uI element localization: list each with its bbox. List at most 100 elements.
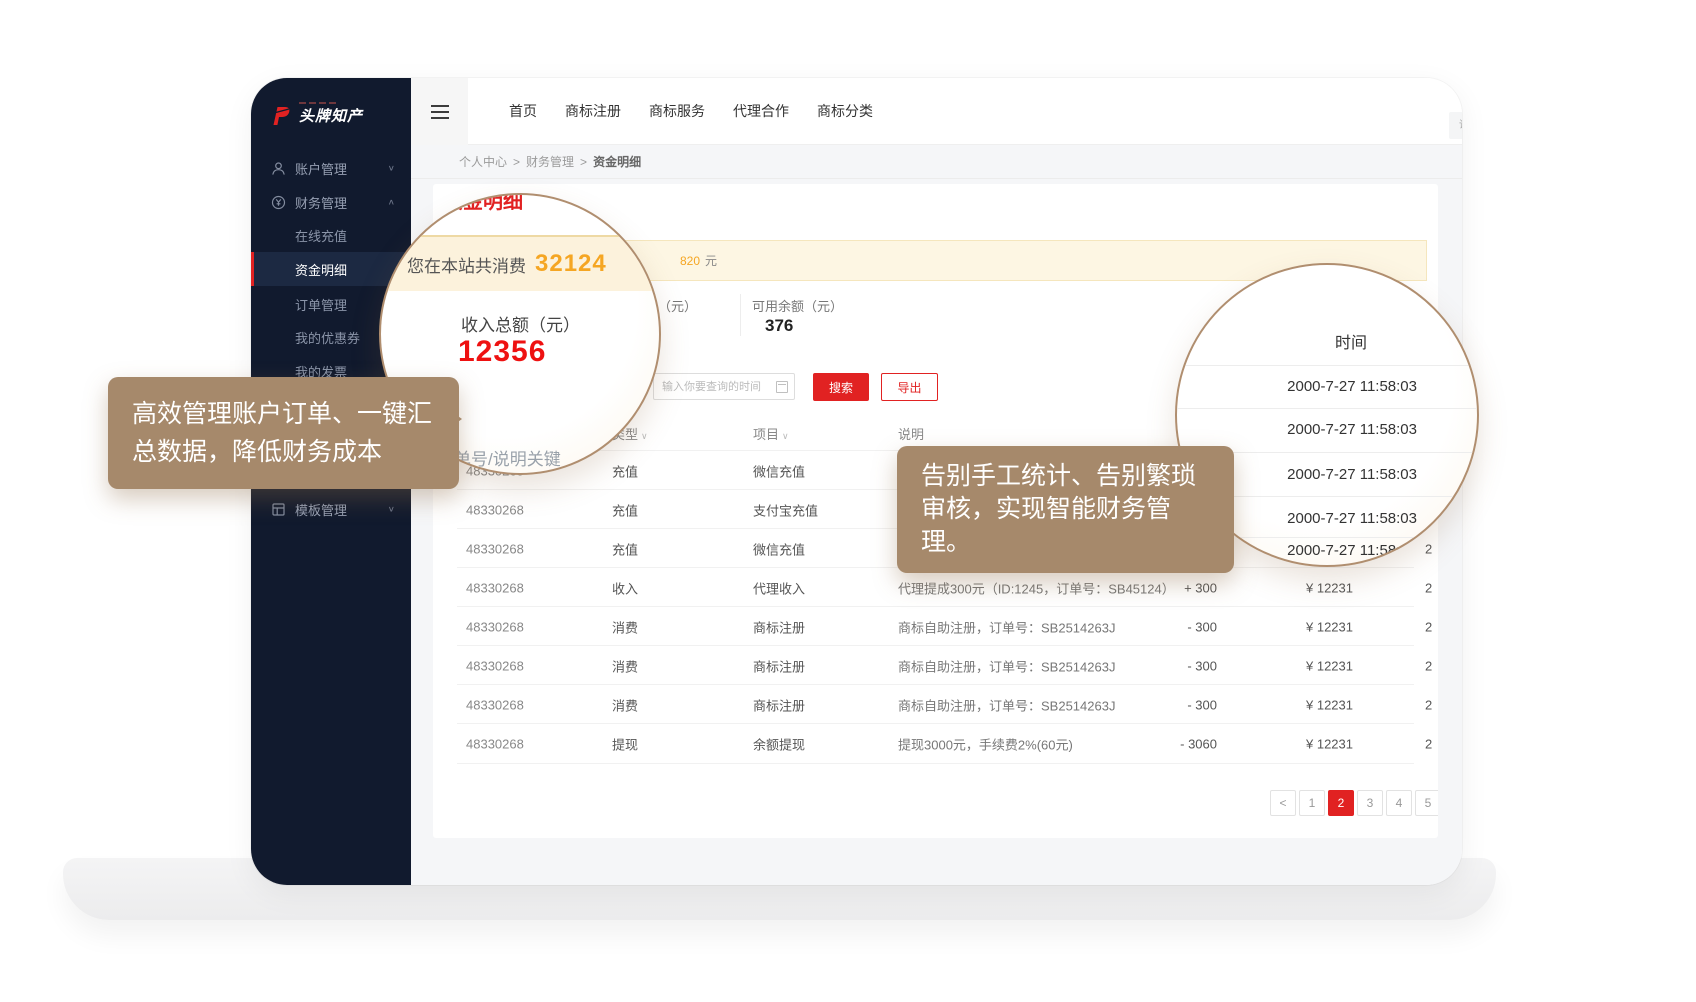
magnified-time-row: 2000-7-27 11:58:03 <box>1215 466 1417 483</box>
cell-type: 消费 <box>612 617 638 636</box>
cell-order-no: 48330268 <box>466 658 524 673</box>
magnified-time-row: 2000-7-27 11:58:03 <box>1215 421 1417 438</box>
pagination-page-button[interactable]: 3 <box>1357 790 1383 816</box>
expense-unit-label: （元） <box>658 296 697 315</box>
calendar-icon[interactable] <box>776 381 788 393</box>
cell-time: 2 <box>1425 619 1438 634</box>
column-header-project[interactable]: 项目∨ <box>753 424 789 443</box>
callout-left: 高效管理账户订单、一键汇总数据，降低财务成本 <box>108 377 459 489</box>
pagination-prev-button[interactable]: < <box>1270 790 1296 816</box>
date-query-input[interactable] <box>653 373 795 400</box>
cell-type: 充值 <box>612 539 638 558</box>
sidebar-item-finance[interactable]: 财务管理 ∧ <box>251 185 411 219</box>
chevron-up-icon: ∧ <box>388 198 395 207</box>
sort-caret-icon: ∨ <box>641 431 648 441</box>
cell-balance: ¥ 12231 <box>1253 658 1353 673</box>
sidebar-item-label: 资金明细 <box>295 260 347 279</box>
user-icon <box>271 161 286 176</box>
magnified-time-row-partial: 2000-7-27 11:58:03 <box>1215 542 1417 559</box>
cell-balance: ¥ 12231 <box>1253 736 1353 751</box>
search-button[interactable]: 搜索 <box>813 373 869 401</box>
cell-description: 商标自助注册，订单号：SB2514263J <box>898 617 1115 636</box>
cell-time: 2 <box>1425 736 1438 751</box>
sidebar-item-label: 我的优惠券 <box>295 328 360 347</box>
pagination-page-button[interactable]: 4 <box>1386 790 1412 816</box>
breadcrumb-item[interactable]: 个人中心 <box>459 153 507 170</box>
cell-type: 收入 <box>612 578 638 597</box>
pagination-page-button[interactable]: 5 <box>1415 790 1438 816</box>
sidebar-item-label: 账户管理 <box>295 159 347 178</box>
magnified-card-title: 资金明细 <box>443 193 523 214</box>
cell-order-no: 48330268 <box>466 619 524 634</box>
available-balance-label: 可用余额（元） <box>752 296 843 315</box>
cell-project: 支付宝充值 <box>753 500 818 519</box>
pagination-page-button-active[interactable]: 2 <box>1328 790 1354 816</box>
logo: 头牌知产 <box>270 105 363 132</box>
cell-project: 代理收入 <box>753 578 805 597</box>
breadcrumb-separator: > <box>513 155 520 169</box>
nav-item-trademark-service[interactable]: 商标服务 <box>649 101 705 121</box>
finance-icon <box>271 195 286 210</box>
nav-item-trademark-category[interactable]: 商标分类 <box>817 101 873 121</box>
consumption-unit: 元 <box>705 252 717 269</box>
page: 头牌知产 账户管理 ∨ 财务管理 ∧ 在线充值 资金明细 <box>0 0 1696 1002</box>
cell-order-no: 48330268 <box>466 541 524 556</box>
cell-amount: - 300 <box>1117 658 1217 673</box>
cell-type: 消费 <box>612 695 638 714</box>
breadcrumb-current: 资金明细 <box>593 153 641 170</box>
nav-item-home[interactable]: 首页 <box>509 101 537 121</box>
sidebar-item-label: 在线充值 <box>295 226 347 245</box>
chevron-down-icon: ∨ <box>388 164 395 173</box>
cell-order-no: 48330268 <box>466 736 524 751</box>
sidebar-item-account[interactable]: 账户管理 ∨ <box>251 151 411 185</box>
top-bar: 首页 商标注册 商标服务 代理合作 商标分类 <box>411 78 1462 145</box>
cell-amount: - 3060 <box>1117 736 1217 751</box>
cell-amount: - 300 <box>1117 697 1217 712</box>
cell-project: 商标注册 <box>753 695 805 714</box>
row-divider <box>1177 408 1477 409</box>
cell-type: 消费 <box>612 656 638 675</box>
cell-project: 余额提现 <box>753 734 805 753</box>
logo-mark-icon <box>270 105 292 132</box>
magnified-consumption-banner: 您在本站共消费 32124 <box>379 235 661 291</box>
cell-balance: ¥ 12231 <box>1253 697 1353 712</box>
breadcrumb-item[interactable]: 财务管理 <box>526 153 574 170</box>
magnified-time-header: 时间 <box>1335 329 1367 353</box>
nav-item-trademark-register[interactable]: 商标注册 <box>565 101 621 121</box>
cell-balance: ¥ 12231 <box>1253 580 1353 595</box>
export-button[interactable]: 导出 <box>881 373 938 401</box>
template-icon <box>271 502 286 517</box>
sidebar-item-label: 订单管理 <box>295 295 347 314</box>
available-balance-value: 376 <box>765 316 793 336</box>
cell-type: 充值 <box>612 461 638 480</box>
row-divider <box>1177 365 1477 366</box>
table-row: 48330268 收入 代理收入 代理提成300元（ID:1245，订单号：SB… <box>457 567 1414 607</box>
cell-order-no: 48330268 <box>466 502 524 517</box>
sort-caret-icon: ∨ <box>782 431 789 441</box>
cell-description: 提现3000元，手续费2%(60元) <box>898 734 1073 753</box>
sidebar-item-label: 财务管理 <box>295 193 347 212</box>
cell-amount: + 300 <box>1117 580 1217 595</box>
cell-time: 2 <box>1425 697 1438 712</box>
cell-type: 充值 <box>612 500 638 519</box>
cell-time: 2 <box>1425 658 1438 673</box>
pagination-page-button[interactable]: 1 <box>1299 790 1325 816</box>
pagination: < 1 2 3 4 5 > <box>1270 790 1438 816</box>
cell-type: 提现 <box>612 734 638 753</box>
logo-subtext-decoration <box>299 102 336 104</box>
cell-project: 商标注册 <box>753 617 805 636</box>
cell-order-no: 48330268 <box>466 580 524 595</box>
column-header-project-label: 项目 <box>753 427 779 442</box>
nav-item-agent-cooperation[interactable]: 代理合作 <box>733 101 789 121</box>
cell-balance: ¥ 12231 <box>1253 619 1353 634</box>
magnified-time-row: 2000-7-27 11:58:03 <box>1215 510 1417 527</box>
table-row: 48330268 提现 余额提现 提现3000元，手续费2%(60元) - 30… <box>457 723 1414 764</box>
global-search-input[interactable] <box>1449 112 1462 139</box>
breadcrumb: 个人中心 > 财务管理 > 资金明细 <box>411 145 1462 179</box>
table-row: 48330268 消费 商标注册 商标自助注册，订单号：SB2514263J -… <box>457 684 1414 724</box>
top-nav: 首页 商标注册 商标服务 代理合作 商标分类 <box>509 78 873 144</box>
sidebar-item-template[interactable]: 模板管理 ∨ <box>251 492 411 526</box>
hamburger-icon[interactable] <box>411 78 468 145</box>
consumption-small-value: 820 <box>680 254 700 268</box>
cell-project: 微信充值 <box>753 461 805 480</box>
